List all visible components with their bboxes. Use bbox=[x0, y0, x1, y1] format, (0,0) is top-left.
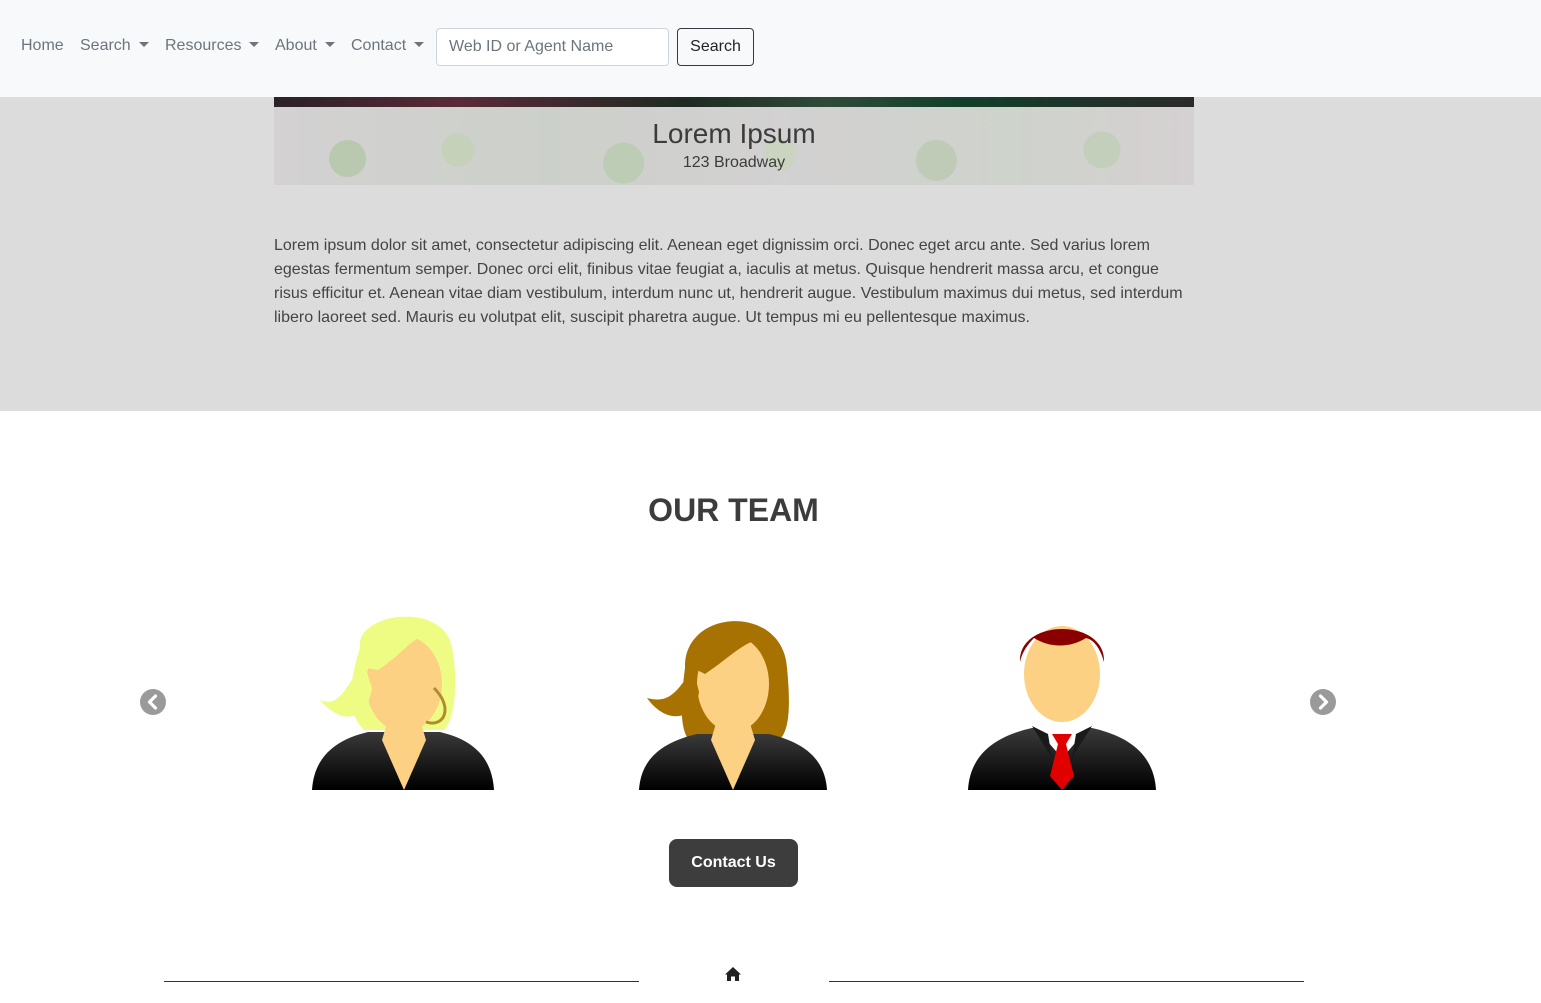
top-navbar: Home Search Resources About Contact Sear… bbox=[0, 0, 1541, 97]
team-member-avatar[interactable] bbox=[304, 608, 504, 790]
female-avatar-blonde-icon bbox=[312, 616, 494, 790]
footer-divider-right bbox=[829, 981, 1304, 982]
male-avatar-red-hair-icon bbox=[968, 626, 1156, 790]
hero-section: Lorem Ipsum 123 Broadway Lorem ipsum dol… bbox=[0, 97, 1541, 411]
team-member-avatar[interactable] bbox=[633, 608, 833, 790]
nav-contact-dropdown[interactable]: Contact bbox=[351, 36, 425, 56]
nav-search-dropdown[interactable]: Search bbox=[80, 36, 149, 56]
carousel-prev-button[interactable] bbox=[140, 689, 166, 715]
office-banner-image: Lorem Ipsum 123 Broadway bbox=[274, 97, 1194, 185]
nav-resources-label: Resources bbox=[165, 37, 242, 54]
carousel-next-button[interactable] bbox=[1310, 689, 1336, 715]
nav-contact-label: Contact bbox=[351, 37, 407, 54]
nav-about-label: About bbox=[275, 37, 317, 54]
banner-top-strip bbox=[274, 97, 1194, 107]
search-button[interactable]: Search bbox=[677, 28, 754, 66]
agent-search-input[interactable] bbox=[436, 28, 669, 66]
home-icon bbox=[725, 967, 741, 981]
footer-divider-left bbox=[164, 981, 639, 982]
office-name: Lorem Ipsum bbox=[652, 118, 816, 149]
contact-us-button[interactable]: Contact Us bbox=[669, 839, 798, 887]
team-heading: OUR TEAM bbox=[648, 492, 819, 528]
nav-search-label: Search bbox=[80, 37, 131, 54]
caret-down-icon bbox=[249, 42, 260, 47]
chevron-right-circle-icon bbox=[1318, 694, 1329, 710]
caret-down-icon bbox=[138, 42, 149, 47]
nav-resources-dropdown[interactable]: Resources bbox=[165, 36, 260, 56]
caret-down-icon bbox=[414, 42, 425, 47]
chevron-left-circle-icon bbox=[147, 694, 158, 710]
office-description: Lorem ipsum dolor sit amet, consectetur … bbox=[274, 237, 1183, 326]
team-member-avatar[interactable] bbox=[962, 608, 1162, 790]
caret-down-icon bbox=[324, 42, 335, 47]
nav-home-link[interactable]: Home bbox=[21, 36, 64, 56]
nav-about-dropdown[interactable]: About bbox=[275, 36, 335, 56]
female-avatar-brunette-icon bbox=[639, 621, 827, 790]
office-address: 123 Broadway bbox=[682, 154, 786, 171]
